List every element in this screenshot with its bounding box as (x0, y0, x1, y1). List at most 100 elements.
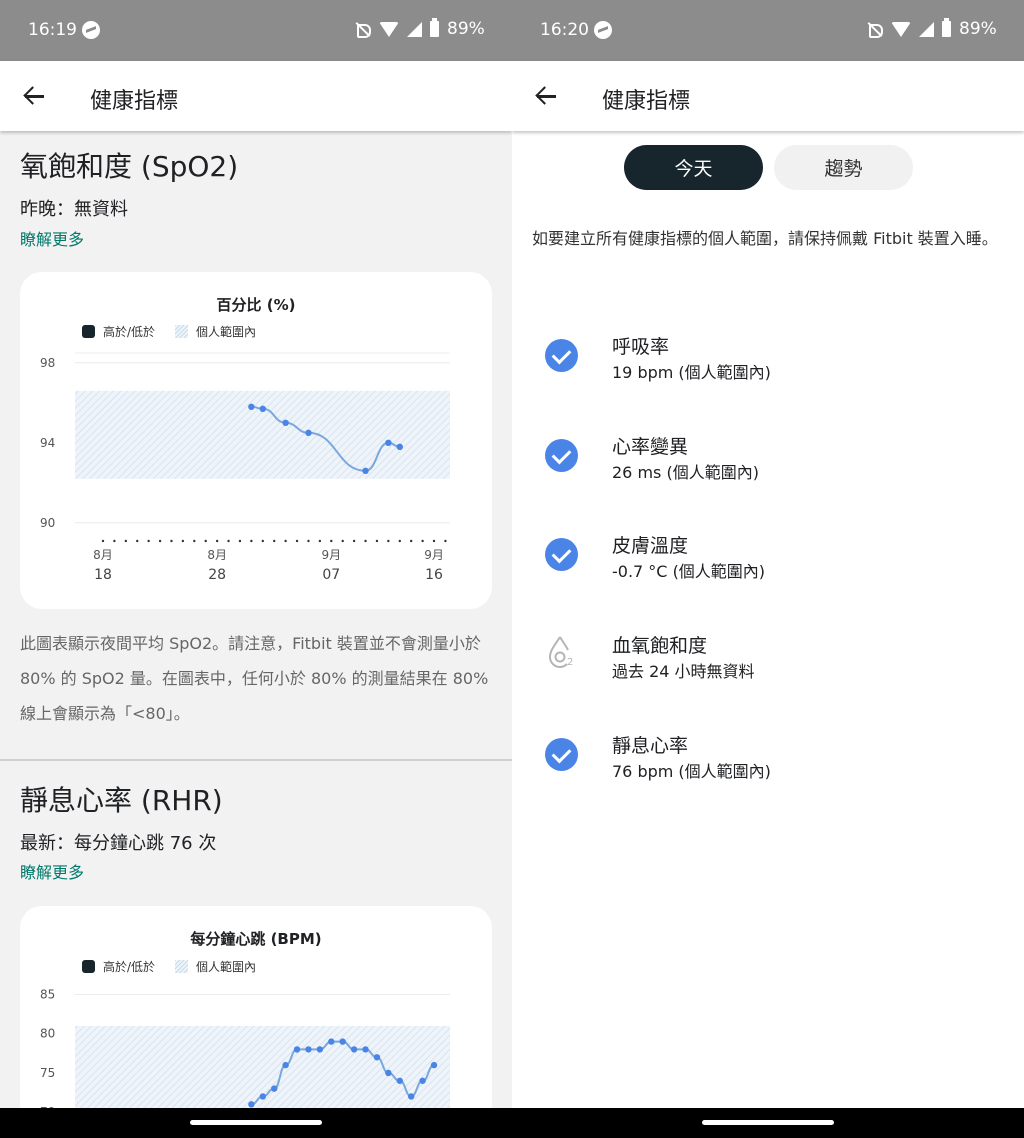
metric-skin-temperature[interactable]: 皮膚溫度 -0.7 °C (個人範圍內) (512, 531, 1024, 591)
x-axis-dot (375, 539, 379, 543)
data-point (373, 1054, 381, 1061)
o2-drop-icon: 2 (548, 636, 573, 669)
data-point (396, 1077, 403, 1084)
x-axis-dot (307, 539, 310, 543)
x-axis-dot (341, 539, 344, 543)
page-title: 健康指標 (602, 89, 691, 114)
y-tick-label: 94 (40, 436, 55, 450)
x-axis-dot (181, 539, 185, 543)
x-tick-day: 18 (94, 567, 112, 583)
x-tick-month: 8月 (93, 548, 113, 562)
metric-name: 靜息心率 (612, 735, 689, 757)
section-divider (0, 759, 512, 761)
data-point (271, 1085, 278, 1092)
data-point (316, 1046, 324, 1053)
wifi-icon (891, 21, 911, 37)
data-point (259, 1093, 266, 1100)
status-time: 16:20 (540, 20, 589, 40)
data-point (419, 1077, 426, 1084)
check-circle-icon (545, 439, 578, 472)
data-point (362, 467, 369, 474)
home-gesture-handle[interactable] (190, 1120, 322, 1125)
x-tick-day: 28 (208, 567, 226, 583)
spo2-chart: 90 94 98 8月 18 8月 28 9月 07 9月 16 (40, 352, 450, 583)
app-bar: 健康指標 (512, 61, 1024, 131)
spo2-learn-more-link[interactable]: 瞭解更多 (20, 226, 84, 250)
messenger-icon (594, 21, 612, 39)
metric-name: 皮膚溫度 (612, 535, 689, 557)
data-point (305, 429, 312, 436)
data-point (282, 1061, 289, 1069)
check-circle-icon (545, 538, 578, 571)
check-circle-icon (545, 738, 578, 771)
home-gesture-handle[interactable] (702, 1120, 834, 1125)
data-point (350, 1046, 358, 1053)
x-tick-month: 9月 (321, 548, 341, 562)
page-title: 健康指標 (90, 89, 179, 114)
spo2-chart-card: 百分比 (%) 高於/低於 個人範圍內 90 94 98 8月 18 8月 28 9月 07 9月… (20, 272, 492, 609)
y-tick-label: 80 (40, 1027, 55, 1041)
nav-bar (0, 1108, 512, 1138)
x-axis-dot (421, 539, 424, 543)
x-axis-dot (227, 539, 230, 543)
x-axis-dot (330, 539, 333, 543)
metric-name: 呼吸率 (612, 336, 670, 358)
app-bar: 健康指標 (0, 61, 512, 131)
x-axis-dot (215, 539, 219, 543)
x-axis-dot (170, 539, 173, 543)
x-axis-dot (101, 539, 105, 543)
rhr-chart-card: 每分鐘心跳 (BPM) 高於/低於 個人範圍內 70758085 (20, 906, 492, 1138)
rhr-title: 靜息心率 (RHR) (20, 784, 223, 817)
x-axis-dot (124, 539, 128, 543)
signal-icon (919, 21, 934, 37)
wifi-icon (379, 21, 399, 37)
data-point (339, 1038, 346, 1045)
x-axis-dot (444, 539, 447, 543)
signal-icon (407, 21, 422, 37)
battery-icon (430, 18, 439, 37)
back-arrow-icon[interactable] (532, 81, 562, 111)
metric-value: 19 bpm (個人範圍內) (612, 363, 771, 382)
x-axis-dot (147, 539, 150, 543)
y-tick-label: 85 (40, 988, 55, 1002)
nav-bar (512, 1108, 1024, 1138)
check-circle-icon (545, 339, 578, 372)
mute-icon (355, 21, 371, 38)
metric-value: 過去 24 小時無資料 (612, 662, 755, 681)
status-icons: 89% (867, 18, 997, 39)
svg-text:2: 2 (567, 657, 573, 668)
x-axis-dot (261, 539, 264, 543)
data-point (407, 1093, 415, 1100)
rhr-learn-more-link[interactable]: 瞭解更多 (20, 859, 84, 883)
data-point (248, 1101, 255, 1108)
data-point (259, 405, 266, 412)
data-point (248, 403, 255, 410)
data-point (385, 439, 392, 446)
metric-blood-oxygen[interactable]: 2 血氧飽和度 過去 24 小時無資料 (512, 631, 1024, 691)
metric-breathing-rate[interactable]: 呼吸率 19 bpm (個人範圍內) (512, 332, 1024, 392)
x-axis-dot (364, 539, 367, 543)
x-axis-dot (193, 539, 196, 543)
data-point (396, 443, 403, 450)
x-axis-dot (432, 539, 436, 543)
tab-trends[interactable]: 趨勢 (774, 145, 913, 190)
metric-resting-heart-rate[interactable]: 靜息心率 76 bpm (個人範圍內) (512, 731, 1024, 791)
metric-name: 心率變異 (612, 436, 689, 458)
x-tick-day: 16 (425, 567, 443, 583)
metric-hrv[interactable]: 心率變異 26 ms (個人範圍內) (512, 432, 1024, 492)
status-bar: 16:20 89% (512, 0, 1024, 61)
tab-today[interactable]: 今天 (624, 145, 763, 190)
battery-percent: 89% (959, 19, 997, 39)
x-tick-day: 07 (322, 567, 340, 583)
x-tick-month: 8月 (207, 548, 227, 562)
battery-percent: 89% (447, 19, 485, 39)
back-arrow-icon[interactable] (20, 81, 50, 111)
status-time: 16:19 (28, 20, 77, 40)
data-point (282, 419, 289, 426)
data-point (385, 1069, 392, 1077)
status-icons: 89% (355, 18, 485, 39)
x-axis-dot (273, 539, 276, 543)
x-axis-dot (204, 539, 207, 543)
x-axis-dot (352, 539, 356, 543)
x-axis-dot (295, 539, 299, 543)
